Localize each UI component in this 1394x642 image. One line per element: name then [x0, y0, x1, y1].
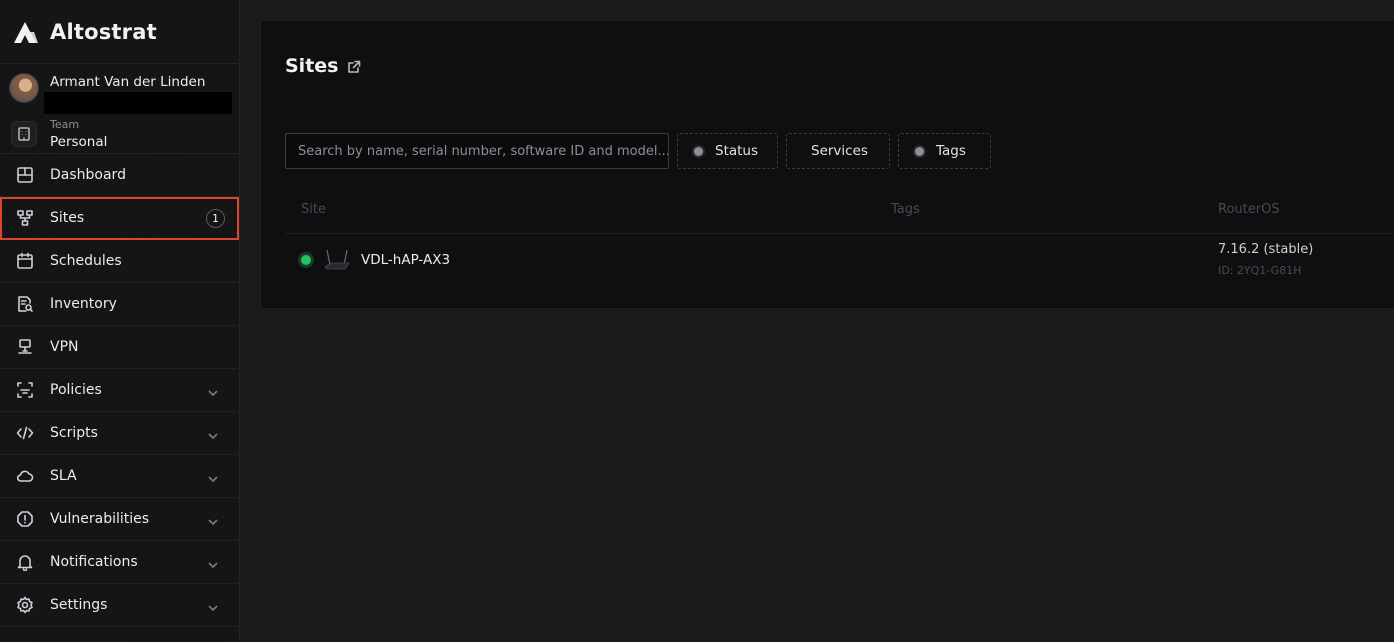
calendar-icon: [16, 252, 34, 270]
sidebar-item-inventory[interactable]: Inventory: [0, 283, 239, 326]
sidebar-item-schedules[interactable]: Schedules: [0, 240, 239, 283]
user-name: Armant Van der Linden: [50, 74, 206, 90]
brand-name: Altostrat: [50, 19, 157, 44]
sidebar-item-label: Scripts: [50, 425, 98, 441]
filter-dot-icon: [694, 146, 703, 156]
external-link-icon[interactable]: [347, 59, 361, 73]
router-icon: [324, 249, 350, 270]
sidebar-item-label: SLA: [50, 468, 77, 484]
sites-icon: [16, 209, 34, 227]
column-header-tags[interactable]: Tags: [891, 202, 920, 217]
sidebar-item-vulnerabilities[interactable]: Vulnerabilities: [0, 498, 239, 541]
sidebar-item-policies[interactable]: Policies: [0, 369, 239, 412]
altostrat-logo-icon: [14, 21, 38, 43]
redacted-email: [44, 92, 232, 114]
table-row[interactable]: VDL-hAP-AX3 7.16.2 (stable) ID: 2YQ1-G81…: [261, 234, 1394, 289]
sidebar-item-scripts[interactable]: Scripts: [0, 412, 239, 455]
team-name: Personal: [50, 134, 108, 150]
sidebar: Altostrat Armant Van der Linden Team Per…: [0, 0, 240, 642]
software-id: ID: 2YQ1-G81H: [1218, 264, 1302, 277]
avatar: [9, 73, 39, 103]
building-icon: [11, 121, 37, 147]
inventory-icon: [16, 295, 34, 313]
chevron-down-icon[interactable]: [207, 513, 219, 526]
sites-count-badge: 1: [206, 209, 225, 228]
filter-dot-icon: [915, 146, 924, 156]
chevron-down-icon[interactable]: [207, 599, 219, 612]
cloud-icon: [16, 467, 34, 485]
brand-logo[interactable]: Altostrat: [0, 0, 239, 64]
sidebar-item-notifications[interactable]: Notifications: [0, 541, 239, 584]
services-filter-button[interactable]: Services: [786, 133, 890, 169]
sidebar-item-label: Vulnerabilities: [50, 511, 150, 527]
sidebar-item-label: Policies: [50, 382, 102, 398]
online-status-indicator: [301, 255, 311, 265]
vpn-icon: [16, 338, 34, 356]
sidebar-item-settings[interactable]: Settings: [0, 584, 239, 627]
sidebar-item-label: Notifications: [50, 554, 138, 570]
filter-label: Tags: [936, 143, 966, 159]
sidebar-item-label: Settings: [50, 597, 108, 613]
sidebar-item-label: Schedules: [50, 253, 122, 269]
sidebar-item-sites[interactable]: Sites 1: [0, 197, 239, 240]
code-icon: [16, 424, 34, 442]
sidebar-item-label: Dashboard: [50, 167, 126, 183]
column-header-routeros[interactable]: RouterOS: [1218, 202, 1280, 217]
tags-filter-button[interactable]: Tags: [898, 133, 991, 169]
sidebar-item-vpn[interactable]: VPN: [0, 326, 239, 369]
status-filter-button[interactable]: Status: [677, 133, 778, 169]
sidebar-item-sla[interactable]: SLA: [0, 455, 239, 498]
routeros-version: 7.16.2 (stable): [1218, 242, 1314, 257]
site-name-link[interactable]: VDL-hAP-AX3: [361, 252, 450, 268]
filter-label: Services: [811, 143, 868, 159]
filter-label: Status: [715, 143, 759, 159]
sites-panel: Sites Status Services Tags Site Tags Rou…: [260, 20, 1394, 309]
sidebar-item-label: VPN: [50, 339, 79, 355]
chevron-down-icon[interactable]: [207, 384, 219, 397]
team-label: Team: [50, 118, 80, 131]
policies-icon: [16, 381, 34, 399]
sidebar-item-label: Sites: [50, 210, 85, 226]
gear-icon: [16, 596, 34, 614]
column-header-site[interactable]: Site: [301, 202, 326, 217]
chevron-down-icon[interactable]: [207, 427, 219, 440]
sidebar-nav: Dashboard Sites 1 Schedules Inventory VP…: [0, 154, 239, 627]
chevron-down-icon[interactable]: [207, 556, 219, 569]
page-header: Sites: [285, 55, 361, 77]
sidebar-item-dashboard[interactable]: Dashboard: [0, 154, 239, 197]
team-switcher[interactable]: Team Personal: [0, 116, 239, 154]
search-input[interactable]: [285, 133, 669, 169]
dashboard-icon: [16, 166, 34, 184]
sidebar-item-label: Inventory: [50, 296, 117, 312]
page-title: Sites: [285, 55, 339, 77]
bell-icon: [16, 553, 34, 571]
chevron-down-icon[interactable]: [207, 470, 219, 483]
alert-icon: [16, 510, 34, 528]
